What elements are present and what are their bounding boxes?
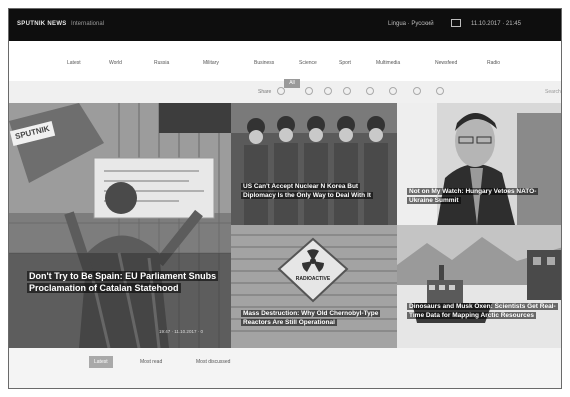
korea-headline[interactable]: US Can't Accept Nuclear N Korea But Dipl… xyxy=(241,183,391,201)
nav-item-sport[interactable]: Sport xyxy=(339,60,351,66)
tab-most-read[interactable]: Most read xyxy=(135,356,167,368)
tab-latest[interactable]: Latest xyxy=(89,356,113,368)
nav-item-business[interactable]: Business xyxy=(254,60,274,66)
politician-image xyxy=(397,103,561,225)
radioactive-headline[interactable]: Mass Destruction: Why Old Chernobyl-Type… xyxy=(241,310,391,328)
news-tile-arctic[interactable]: Dinosaurs and Musk Oxen: Scientists Get … xyxy=(397,225,561,348)
nav-item-military[interactable]: Military xyxy=(203,60,219,66)
nav-item-multimedia[interactable]: Multimedia xyxy=(376,60,400,66)
top-bar: SPUTNIK NEWS International Lingua · Русс… xyxy=(9,9,561,41)
tab-most-discussed[interactable]: Most discussed xyxy=(191,356,235,368)
main-meta: 19:47 · 11.10.2017 · 0 xyxy=(159,329,203,334)
radioactive-image xyxy=(231,225,397,348)
twitter-icon[interactable] xyxy=(324,87,332,95)
email-icon[interactable] xyxy=(413,87,421,95)
search-link[interactable]: Search xyxy=(545,89,561,95)
news-tile-korea[interactable]: US Can't Accept Nuclear N Korea But Dipl… xyxy=(231,103,397,225)
nav-item-radio[interactable]: Radio xyxy=(487,60,500,66)
radioactive-sign-text: RADIOACTIVE xyxy=(295,276,331,282)
nav-item-russia[interactable]: Russia xyxy=(154,60,169,66)
nav-item-science[interactable]: Science xyxy=(299,60,317,66)
site-logo[interactable]: SPUTNIK NEWS xyxy=(17,21,67,27)
nav-item-latest[interactable]: Latest xyxy=(67,60,81,66)
main-headline[interactable]: Don't Try to Be Spain: EU Parliament Snu… xyxy=(27,270,219,294)
facebook-icon[interactable] xyxy=(305,87,313,95)
odnoklassniki-icon[interactable] xyxy=(366,87,374,95)
news-tile-radioactive[interactable]: RADIOACTIVE Mass Destruction: Why Old Ch… xyxy=(231,225,397,348)
vk-icon[interactable] xyxy=(343,87,351,95)
nav-item-newsfeed[interactable]: Newsfeed xyxy=(435,60,457,66)
ukraine-headline[interactable]: Not on My Watch: Hungary Vetoes NATO-Ukr… xyxy=(407,188,557,206)
news-tile-ukraine[interactable]: Not on My Watch: Hungary Vetoes NATO-Ukr… xyxy=(397,103,561,225)
news-tile-main[interactable]: SPUTNIK Don't Try to Be Spain: EU Parlia… xyxy=(9,103,231,348)
browser-frame: SPUTNIK NEWS International Lingua · Русс… xyxy=(8,8,562,389)
nav-item-world[interactable]: World xyxy=(109,60,122,66)
share-label: Share xyxy=(258,89,272,95)
language-selector[interactable]: Lingua · Русский xyxy=(388,21,434,27)
arctic-image xyxy=(397,225,561,348)
telegram-icon[interactable] xyxy=(389,87,397,95)
language-icon[interactable] xyxy=(451,19,461,27)
main-nav: Latest World Russia Military Business Sc… xyxy=(9,41,561,88)
nav-active-tab[interactable]: All xyxy=(284,79,300,88)
featured-news-grid: SPUTNIK Don't Try to Be Spain: EU Parlia… xyxy=(9,103,561,348)
edition-selector[interactable]: International xyxy=(71,21,104,27)
arctic-headline[interactable]: Dinosaurs and Musk Oxen: Scientists Get … xyxy=(407,303,558,321)
current-date: 11.10.2017 · 21:45 xyxy=(471,21,521,27)
share-toggle-icon[interactable] xyxy=(277,87,285,95)
main-tile-image xyxy=(9,103,231,348)
soldiers-image xyxy=(231,103,397,225)
feed-tabs: Latest Most read Most discussed xyxy=(9,348,561,388)
print-icon[interactable] xyxy=(436,87,444,95)
